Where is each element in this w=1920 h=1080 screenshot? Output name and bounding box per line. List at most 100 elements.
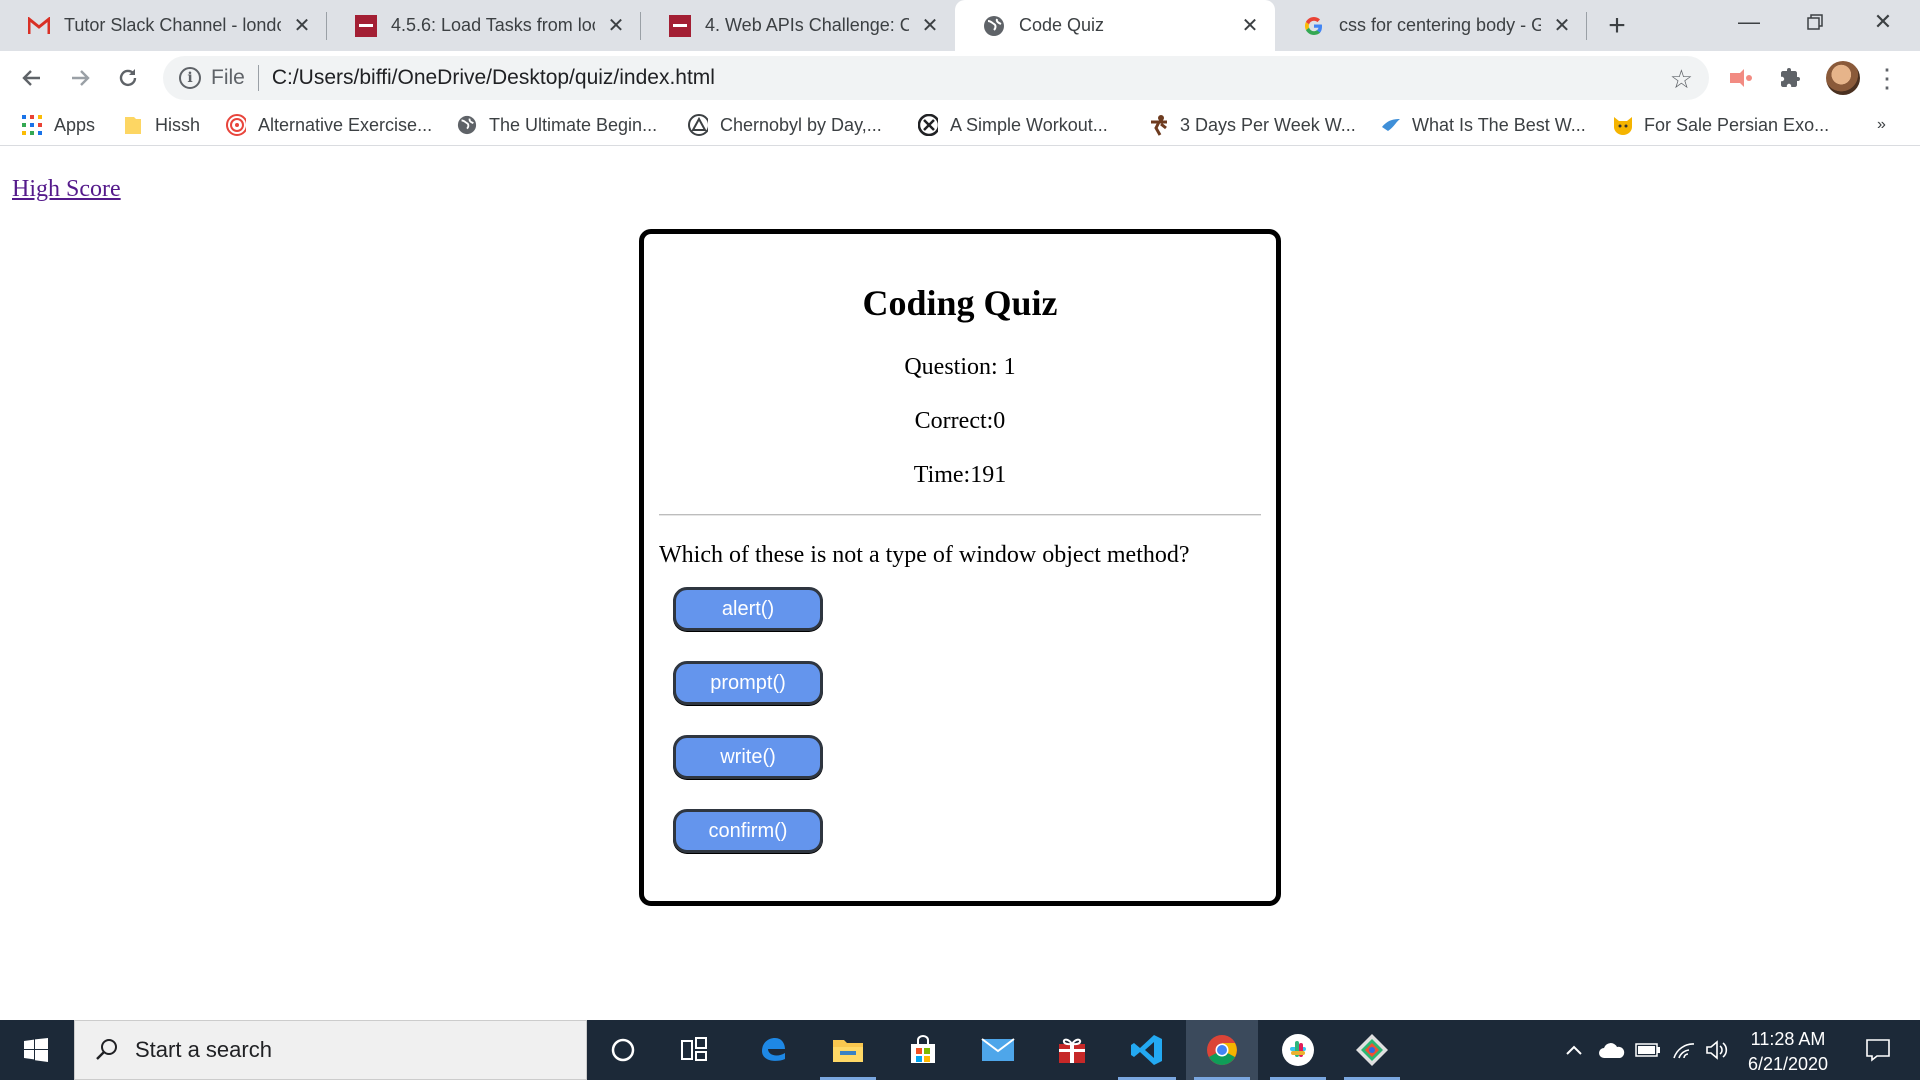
info-icon[interactable]: i (179, 67, 201, 89)
close-icon[interactable]: ✕ (1239, 15, 1261, 37)
wifi-icon[interactable] (1666, 1020, 1702, 1080)
windows-taskbar: Start a search 11:28 AM 6/21/2020 (0, 1020, 1920, 1080)
bookmark-apps[interactable]: Apps (22, 112, 95, 138)
close-window-icon[interactable]: ✕ (1850, 0, 1916, 44)
answer-button-confirm[interactable]: confirm() (673, 809, 823, 853)
microsoft-store-icon[interactable] (887, 1020, 959, 1080)
bookmark-label: What Is The Best W... (1412, 114, 1586, 135)
address-bar[interactable]: i File C:/Users/biffi/OneDrive/Desktop/q… (163, 56, 1709, 100)
slack-icon[interactable] (1262, 1020, 1334, 1080)
task-view-icon[interactable] (660, 1020, 730, 1080)
gmail-icon (28, 15, 50, 37)
correct-counter: Correct:0 (914, 408, 1006, 434)
globe-icon (983, 15, 1005, 37)
answer-button-write[interactable]: write() (673, 735, 823, 779)
search-placeholder: Start a search (135, 1037, 272, 1062)
bookmarks-bar: Apps Hissh Alternative Exercise... The U… (0, 104, 1920, 146)
bookmark-alternative-exercise[interactable]: Alternative Exercise... (226, 112, 432, 138)
page-viewport: High Score Coding Quiz Question: 1 Corre… (0, 146, 1920, 1020)
tab-title: css for centering body - Go (1339, 15, 1541, 35)
tab-title: Tutor Slack Channel - londo (64, 15, 281, 35)
tab-code-quiz[interactable]: Code Quiz ✕ (955, 0, 1275, 51)
tab-title: Code Quiz (1019, 15, 1105, 35)
bookmark-what-is-the-best[interactable]: What Is The Best W... (1380, 112, 1586, 138)
system-clock[interactable]: 11:28 AM 6/21/2020 (1734, 1027, 1842, 1077)
tab-separator (1586, 12, 1587, 40)
bookmark-star-icon[interactable]: ☆ (1670, 64, 1693, 95)
restore-icon[interactable] (1782, 0, 1848, 44)
browser-tab-strip: Tutor Slack Channel - londo ✕ 4.5.6: Loa… (0, 0, 1920, 51)
bookmark-ultimate-begin[interactable]: The Ultimate Begin... (457, 112, 657, 138)
close-icon[interactable]: ✕ (291, 15, 313, 37)
apps-grid-icon (22, 115, 42, 135)
menu-kebab-icon[interactable]: ⋮ (1872, 63, 1902, 93)
omnibox-divider (257, 65, 259, 91)
triangle-icon (688, 114, 708, 136)
clock-date: 6/21/2020 (1747, 1054, 1829, 1074)
question-counter: Question: 1 (904, 354, 1016, 380)
globe-icon (457, 115, 477, 135)
quiz-title: Coding Quiz (862, 283, 1058, 323)
bookmark-label: 3 Days Per Week W... (1180, 114, 1356, 135)
edge-icon[interactable] (738, 1020, 808, 1080)
lifter-icon (1148, 115, 1168, 136)
tab-web-apis-challenge[interactable]: 4. Web APIs Challenge: Cod ✕ (641, 0, 955, 51)
close-icon[interactable]: ✕ (605, 15, 627, 37)
bookmark-label: The Ultimate Begin... (489, 114, 658, 135)
notifications-icon[interactable] (1848, 1020, 1908, 1080)
bookmark-chernobyl[interactable]: Chernobyl by Day,... (688, 112, 882, 138)
url-text[interactable]: C:/Users/biffi/OneDrive/Desktop/quiz/ind… (272, 66, 715, 90)
profile-avatar[interactable] (1826, 61, 1860, 95)
tab-css-centering[interactable]: css for centering body - Go ✕ (1275, 0, 1587, 51)
onedrive-cloud-icon[interactable] (1594, 1020, 1630, 1080)
bookmarks-overflow-button[interactable]: » (1877, 112, 1886, 138)
tab-title: 4. Web APIs Challenge: Cod (705, 15, 909, 35)
clock-time: 11:28 AM (1750, 1029, 1826, 1049)
forward-button[interactable] (61, 59, 99, 97)
bookmark-simple-workout[interactable]: A Simple Workout... (918, 112, 1108, 138)
bookmark-label: Alternative Exercise... (258, 114, 433, 135)
timer: Time:191 (913, 462, 1007, 488)
url-scheme: File (211, 66, 245, 89)
start-button[interactable] (0, 1020, 72, 1080)
x-circle-icon (918, 114, 938, 136)
close-icon[interactable]: ✕ (1551, 15, 1573, 37)
tab-load-tasks[interactable]: 4.5.6: Load Tasks from local ✕ (327, 0, 641, 51)
browser-toolbar: i File C:/Users/biffi/OneDrive/Desktop/q… (0, 51, 1920, 104)
file-explorer-icon[interactable] (812, 1020, 884, 1080)
mail-icon[interactable] (962, 1020, 1034, 1080)
back-button[interactable] (13, 59, 51, 97)
answer-button-prompt[interactable]: prompt() (673, 661, 823, 705)
extension-icon[interactable] (1726, 63, 1756, 93)
windows-logo-icon (24, 1038, 48, 1062)
close-icon[interactable]: ✕ (919, 15, 941, 37)
cortana-icon[interactable] (588, 1020, 658, 1080)
high-score-link[interactable]: High Score (12, 176, 121, 203)
bookmark-hissh[interactable]: Hissh (123, 112, 200, 138)
gift-icon[interactable] (1036, 1020, 1108, 1080)
chrome-icon[interactable] (1186, 1020, 1258, 1080)
bootcamp-icon (669, 14, 691, 37)
search-icon (96, 1039, 117, 1060)
tab-tutor-slack[interactable]: Tutor Slack Channel - londo ✕ (0, 0, 327, 51)
bookmark-label: Apps (54, 114, 96, 135)
show-hidden-icons-chevron-icon[interactable] (1556, 1020, 1592, 1080)
bird-icon (1380, 115, 1400, 135)
taskbar-search-box[interactable]: Start a search (74, 1020, 587, 1080)
bootcamp-icon (355, 14, 377, 37)
volume-icon[interactable] (1700, 1020, 1734, 1080)
minimize-icon[interactable]: — (1716, 0, 1782, 44)
question-text: Which of these is not a type of window o… (659, 542, 1190, 568)
reload-button[interactable] (109, 59, 147, 97)
google-icon (1303, 15, 1325, 37)
new-tab-button[interactable]: + (1600, 9, 1634, 43)
answer-button-alert[interactable]: alert() (673, 587, 823, 631)
bookmark-for-sale-persian[interactable]: For Sale Persian Exo... (1612, 112, 1829, 138)
divider (659, 514, 1261, 516)
gitkraken-icon[interactable] (1336, 1020, 1408, 1080)
target-icon (226, 114, 246, 136)
extensions-puzzle-icon[interactable] (1775, 63, 1805, 93)
battery-icon[interactable] (1630, 1020, 1666, 1080)
vscode-icon[interactable] (1110, 1020, 1184, 1080)
bookmark-3-days-per-week[interactable]: 3 Days Per Week W... (1148, 112, 1356, 138)
